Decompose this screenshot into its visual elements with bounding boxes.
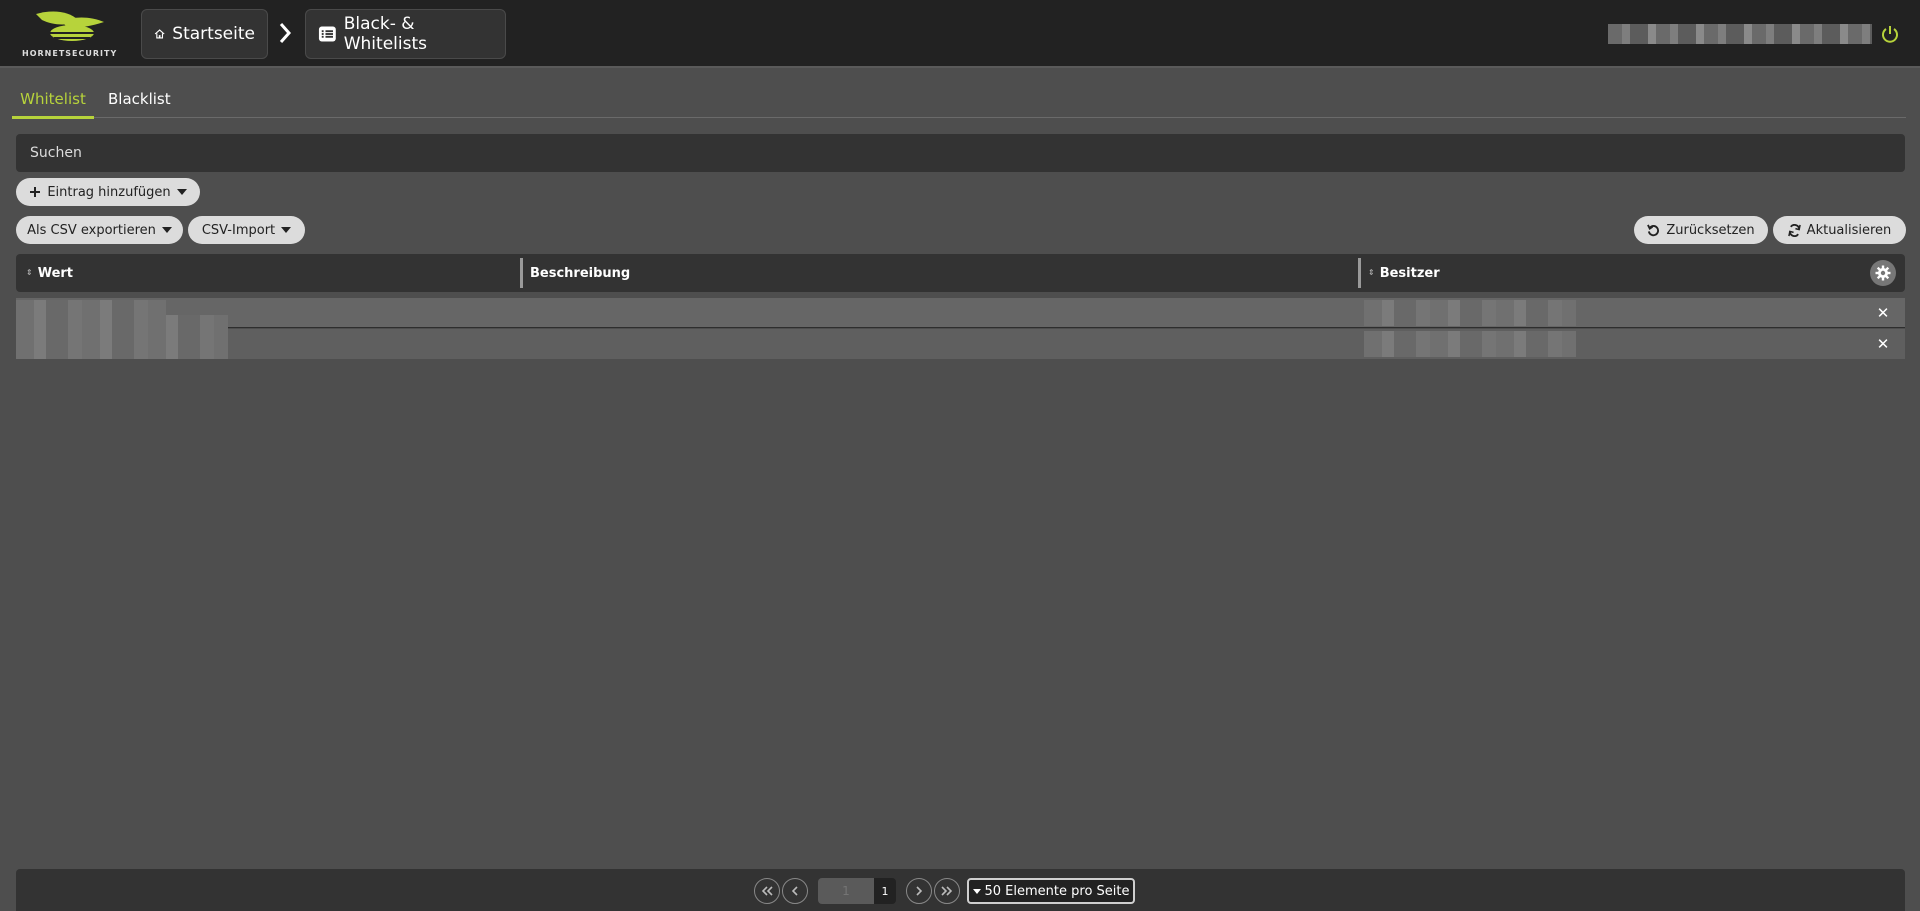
home-icon <box>154 29 165 39</box>
add-entry-label: Eintrag hinzufügen <box>47 184 171 200</box>
cell-wert-redacted <box>16 315 228 359</box>
column-resize-handle[interactable] <box>1358 258 1361 288</box>
first-page-button[interactable] <box>754 878 780 904</box>
table-header: ⇕ Wert Beschreibung ⇕ Besitzer <box>16 254 1905 292</box>
delete-entry-button[interactable]: ✕ <box>1875 305 1891 321</box>
cell-besitzer-redacted <box>1364 300 1576 326</box>
power-icon[interactable] <box>1880 24 1900 44</box>
column-label: Beschreibung <box>530 265 631 281</box>
list-icon <box>318 26 336 42</box>
column-header-beschreibung[interactable]: Beschreibung <box>530 254 630 292</box>
plus-icon <box>30 187 41 197</box>
cell-besitzer-redacted <box>1364 331 1576 357</box>
search-input[interactable] <box>16 134 1905 172</box>
gear-icon <box>1875 265 1891 281</box>
export-csv-label: Als CSV exportieren <box>27 222 156 238</box>
column-header-wert[interactable]: ⇕ Wert <box>26 254 73 292</box>
column-label: Besitzer <box>1379 265 1440 281</box>
chevron-right-icon <box>916 886 923 896</box>
logo-text: HORNETSECURITY <box>22 49 118 58</box>
table-row[interactable]: ✕ <box>16 298 1905 328</box>
page-number-input[interactable] <box>818 878 874 904</box>
page-size-select[interactable]: 50 Elemente pro Seite <box>967 878 1135 904</box>
double-chevron-right-icon <box>941 886 953 896</box>
caret-down-icon <box>281 227 292 233</box>
tab-blacklist[interactable]: Blacklist <box>108 90 171 116</box>
breadcrumb-current-label: Black- & Whitelists <box>343 14 427 54</box>
caret-down-icon <box>161 227 172 233</box>
breadcrumb-home[interactable]: Startseite <box>141 9 268 59</box>
last-page-button[interactable] <box>934 878 960 904</box>
undo-icon <box>1647 224 1660 236</box>
pagination-bar: 1 50 Elemente pro Seite <box>16 869 1905 911</box>
breadcrumb-home-label: Startseite <box>172 24 255 44</box>
column-label: Wert <box>37 265 74 281</box>
breadcrumb-current[interactable]: Black- & Whitelists <box>305 9 506 59</box>
add-entry-button[interactable]: Eintrag hinzufügen <box>16 178 200 206</box>
reset-label: Zurücksetzen <box>1666 222 1755 238</box>
list-tabs: Whitelist Blacklist <box>12 84 1906 119</box>
refresh-icon <box>1787 223 1801 237</box>
delete-entry-button[interactable]: ✕ <box>1875 336 1891 352</box>
user-name-redacted[interactable] <box>1608 24 1872 44</box>
refresh-button[interactable]: Aktualisieren <box>1773 216 1906 244</box>
column-resize-handle[interactable] <box>520 258 523 288</box>
sort-icon: ⇕ <box>26 268 33 277</box>
sort-icon: ⇕ <box>1368 268 1375 277</box>
top-bar: HORNETSECURITY Startseite Black- & White… <box>0 0 1920 68</box>
column-settings-button[interactable] <box>1870 260 1896 286</box>
refresh-label: Aktualisieren <box>1806 222 1892 238</box>
table-row[interactable]: ✕ <box>16 315 1905 359</box>
hornet-icon <box>36 11 104 41</box>
column-header-besitzer[interactable]: ⇕ Besitzer <box>1368 254 1440 292</box>
prev-page-button[interactable] <box>782 878 808 904</box>
page-size-label: 50 Elemente pro Seite <box>984 883 1130 899</box>
reset-button[interactable]: Zurücksetzen <box>1634 216 1768 244</box>
chevron-right-icon <box>279 23 292 43</box>
next-page-button[interactable] <box>906 878 932 904</box>
import-csv-button[interactable]: CSV-Import <box>188 216 305 244</box>
export-csv-button[interactable]: Als CSV exportieren <box>16 216 183 244</box>
caret-down-icon <box>176 189 187 195</box>
hornetsecurity-logo[interactable]: HORNETSECURITY <box>20 8 120 60</box>
chevron-left-icon <box>791 886 798 896</box>
double-chevron-left-icon <box>761 886 773 896</box>
import-csv-label: CSV-Import <box>201 222 276 238</box>
tab-whitelist[interactable]: Whitelist <box>12 90 94 119</box>
total-pages: 1 <box>874 878 896 904</box>
caret-down-icon <box>972 888 981 894</box>
